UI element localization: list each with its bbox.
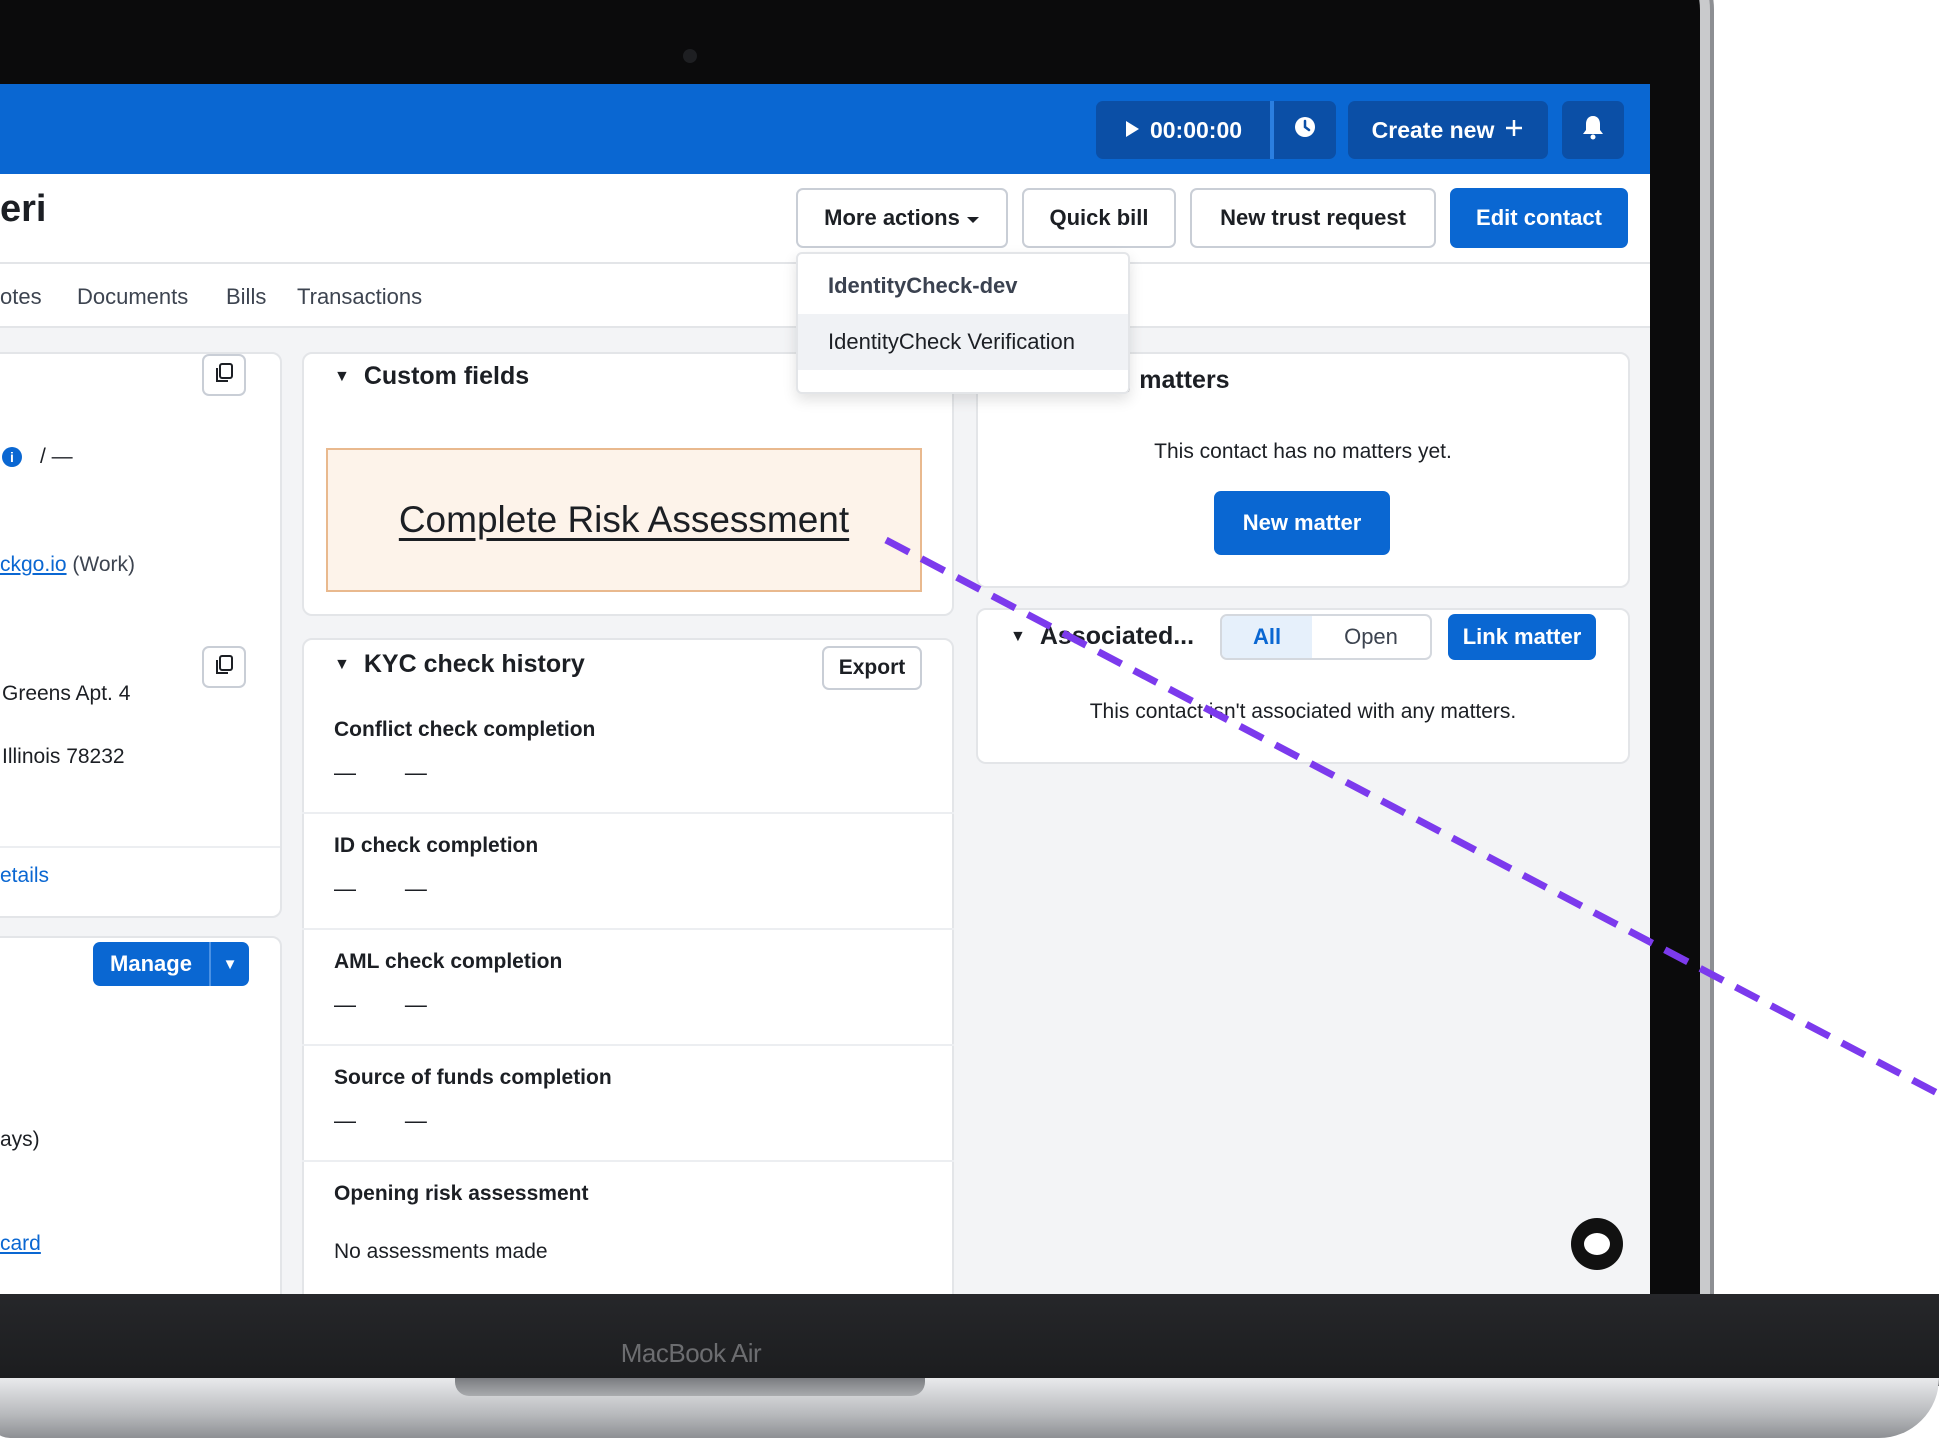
annotation-arrow — [884, 536, 1939, 1098]
dashed-pointer-line — [884, 536, 1939, 1098]
